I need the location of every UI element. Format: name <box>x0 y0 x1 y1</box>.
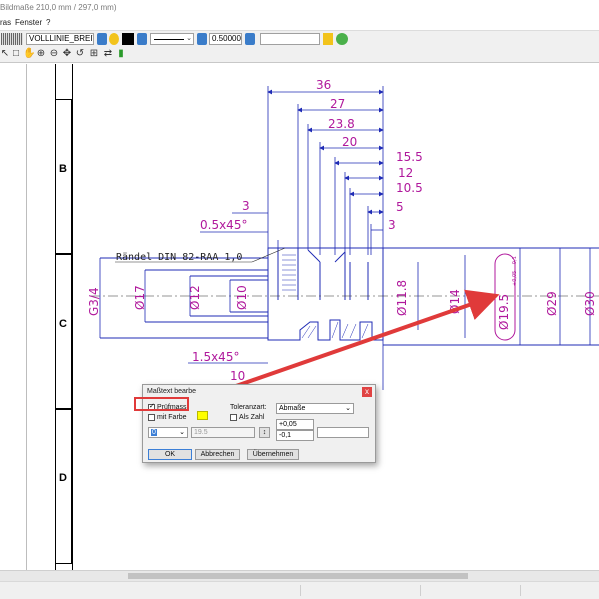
knurl-hatching <box>282 254 296 291</box>
pruefmass-highlight-box <box>134 397 189 411</box>
horizontal-scrollbar[interactable] <box>0 570 599 581</box>
mit-farbe-label: mit Farbe <box>157 414 187 421</box>
lower-tolerance-value: -0,1 <box>279 432 292 439</box>
dimension-text-dialog: Maßtext bearbe x Prüfmass mit Farbe Tole… <box>142 384 376 463</box>
dim-text-g34: G3/4 <box>87 287 101 316</box>
dim-text-d12: Ø12 <box>188 285 202 310</box>
dim-text-d29: Ø29 <box>545 291 559 316</box>
dim-text-36: 36 <box>316 78 331 92</box>
apply-button[interactable]: Übernehmen <box>247 449 299 460</box>
dim-text-d17: Ø17 <box>133 285 147 310</box>
tolerance-toggle-button[interactable]: ↕ <box>259 427 270 438</box>
als-zahl-checkbox[interactable] <box>230 414 237 421</box>
status-separator-1 <box>300 585 301 596</box>
partial-dim-text: 10 <box>230 369 245 383</box>
dim-text-5: 5 <box>396 200 404 214</box>
chamfer-text-bottom: 1.5x45° <box>192 350 239 364</box>
knurl-label: Rändel DIN 82-RAA 1,0 <box>116 252 242 263</box>
lower-tolerance-field[interactable]: -0,1 <box>276 430 314 441</box>
prefix-select[interactable]: 0 ⌄ <box>148 427 188 438</box>
mit-farbe-checkbox[interactable] <box>148 414 155 421</box>
dim-text-10-5: 10.5 <box>396 181 423 195</box>
cancel-button[interactable]: Abbrechen <box>195 449 240 460</box>
technical-drawing: 36 27 23.8 20 15.5 12 10.5 5 3 3 0.5x45°… <box>87 78 599 404</box>
dim-text-20: 20 <box>342 135 357 149</box>
dim-text-d19-5: Ø19.5 <box>497 294 511 330</box>
close-icon[interactable]: x <box>362 387 372 397</box>
prefix-value: 0 <box>151 429 157 436</box>
dim-text-d30: Ø30 <box>583 291 597 316</box>
toleranzart-label: Toleranzart: <box>230 404 267 411</box>
upper-tolerance-value: +0,05 <box>279 421 297 428</box>
dimension-value: 19.5 <box>194 429 208 436</box>
dim-text-d10: Ø10 <box>235 285 249 310</box>
toleranzart-value: Abmaße <box>279 405 306 412</box>
dialog-title: Maßtext bearbe <box>147 388 197 395</box>
chamfer-text-top: 0.5x45° <box>200 218 247 232</box>
als-zahl-label: Als Zahl <box>239 414 265 421</box>
dim-text-3-right: 3 <box>388 218 396 232</box>
extra-text-field[interactable] <box>317 427 369 438</box>
dim-text-3-left: 3 <box>242 199 250 213</box>
dim-text-12: 12 <box>398 166 413 180</box>
scrollbar-thumb[interactable] <box>128 573 468 579</box>
dim-text-15-5: 15.5 <box>396 150 423 164</box>
status-bar <box>0 581 599 599</box>
status-separator-2 <box>420 585 421 596</box>
toleranzart-select[interactable]: Abmaße ⌄ <box>276 403 354 414</box>
dim-text-d11-8: Ø11.8 <box>395 280 409 316</box>
color-swatch[interactable] <box>197 411 208 420</box>
dimension-value-field[interactable]: 19.5 <box>191 427 255 438</box>
upper-tolerance-field[interactable]: +0,05 <box>276 419 314 430</box>
status-separator-3 <box>520 585 521 596</box>
section-hatch <box>301 321 369 339</box>
chevron-down-icon: ⌄ <box>179 429 185 436</box>
dim-text-27: 27 <box>330 97 345 111</box>
ok-button[interactable]: OK <box>148 449 192 460</box>
dim-text-23-8: 23.8 <box>328 117 355 131</box>
chevron-down-icon: ⌄ <box>345 405 351 412</box>
